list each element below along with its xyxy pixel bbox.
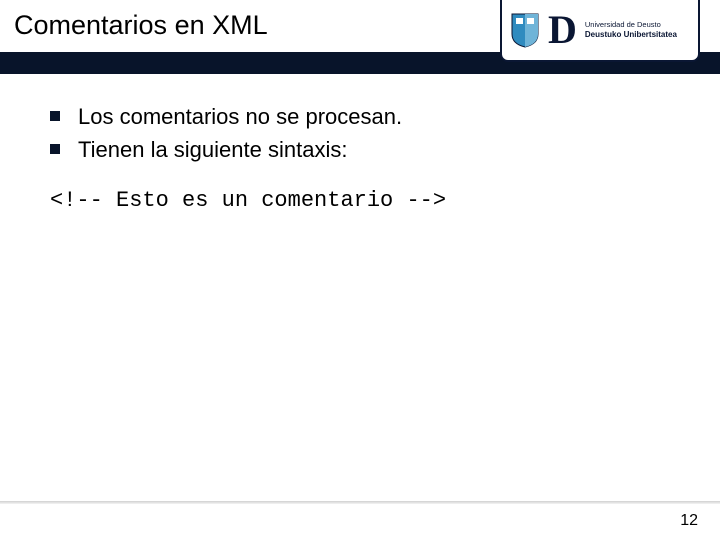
shield-icon: [510, 12, 540, 48]
slide: Comentarios en XML D Universidad de Deus…: [0, 0, 720, 540]
bullet-list: Los comentarios no se procesan. Tienen l…: [50, 100, 680, 166]
list-item: Tienen la siguiente sintaxis:: [50, 133, 680, 166]
bullet-text: Los comentarios no se procesan.: [78, 104, 402, 129]
logo-tab: D Universidad de Deusto Deustuko Unibert…: [500, 0, 700, 62]
list-item: Los comentarios no se procesan.: [50, 100, 680, 133]
code-sample: <!-- Esto es un comentario -->: [50, 188, 680, 213]
logo-text: Universidad de Deusto Deustuko Unibertsi…: [585, 21, 677, 39]
bullet-text: Tienen la siguiente sintaxis:: [78, 137, 347, 162]
page-number: 12: [680, 512, 698, 530]
content-area: Los comentarios no se procesan. Tienen l…: [50, 100, 680, 213]
footer-separator: [0, 501, 720, 504]
logo-line1: Universidad de Deusto: [585, 21, 677, 30]
logo-line2: Deustuko Unibertsitatea: [585, 30, 677, 39]
logo-letter: D: [548, 10, 577, 50]
slide-title: Comentarios en XML: [14, 10, 268, 41]
